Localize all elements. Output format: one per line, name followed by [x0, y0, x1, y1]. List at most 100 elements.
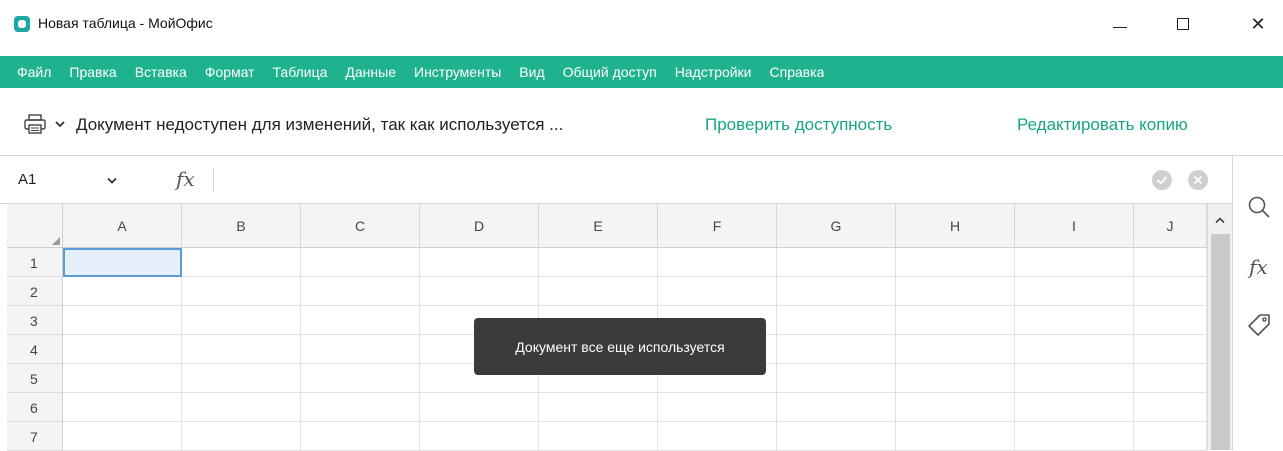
chevron-down-icon[interactable]	[54, 119, 66, 129]
grid-cell[interactable]	[63, 364, 182, 393]
grid-cell[interactable]	[420, 422, 539, 451]
menu-item[interactable]: Вид	[510, 64, 553, 80]
column-header[interactable]: A	[63, 204, 182, 248]
grid-cell[interactable]	[896, 277, 1015, 306]
menu-item[interactable]: Инструменты	[405, 64, 510, 80]
grid-cell[interactable]	[182, 422, 301, 451]
grid-cell[interactable]	[63, 306, 182, 335]
grid-cell[interactable]	[301, 422, 420, 451]
row-header[interactable]: 2	[7, 277, 63, 306]
grid-cell[interactable]	[63, 422, 182, 451]
grid-cell[interactable]	[777, 306, 896, 335]
chevron-down-icon[interactable]	[106, 177, 118, 185]
column-header[interactable]: E	[539, 204, 658, 248]
selected-cell[interactable]	[63, 248, 182, 277]
grid-cell[interactable]	[539, 393, 658, 422]
grid-cell[interactable]	[182, 248, 301, 277]
functions-icon[interactable]: fx	[1249, 255, 1275, 281]
grid-cell[interactable]	[1015, 422, 1134, 451]
grid-cell[interactable]	[896, 248, 1015, 277]
column-header[interactable]: F	[658, 204, 777, 248]
menu-item[interactable]: Правка	[60, 64, 125, 80]
menu-item[interactable]: Формат	[196, 64, 264, 80]
menu-item[interactable]: Файл	[8, 64, 60, 80]
grid-cell[interactable]	[539, 277, 658, 306]
grid-cell[interactable]	[896, 335, 1015, 364]
grid-cell[interactable]	[658, 248, 777, 277]
grid-cell[interactable]	[1015, 335, 1134, 364]
menu-item[interactable]: Таблица	[264, 64, 337, 80]
grid-cell[interactable]	[658, 277, 777, 306]
maximize-button[interactable]	[1163, 10, 1203, 38]
grid-cell[interactable]	[1015, 393, 1134, 422]
grid-cell[interactable]	[182, 306, 301, 335]
column-header[interactable]: J	[1134, 204, 1207, 248]
grid-cell[interactable]	[63, 393, 182, 422]
chevron-up-icon[interactable]	[1214, 216, 1226, 224]
row-header[interactable]: 5	[7, 364, 63, 393]
row-header[interactable]: 7	[7, 422, 63, 451]
grid-cell[interactable]	[1134, 422, 1207, 451]
menu-item[interactable]: Надстройки	[666, 64, 761, 80]
grid-cell[interactable]	[777, 422, 896, 451]
check-availability-link[interactable]: Проверить доступность	[705, 115, 892, 135]
row-header[interactable]: 3	[7, 306, 63, 335]
grid-cell[interactable]	[777, 335, 896, 364]
grid-cell[interactable]	[182, 364, 301, 393]
grid-cell[interactable]	[63, 335, 182, 364]
grid-cell[interactable]	[301, 277, 420, 306]
grid-cell[interactable]	[658, 393, 777, 422]
cancel-icon[interactable]	[1187, 169, 1209, 191]
grid-cell[interactable]	[1134, 248, 1207, 277]
grid-cell[interactable]	[301, 248, 420, 277]
grid-cell[interactable]	[182, 335, 301, 364]
grid-cell[interactable]	[1134, 393, 1207, 422]
menu-item[interactable]: Общий доступ	[554, 64, 666, 80]
vertical-scrollbar[interactable]	[1207, 204, 1232, 450]
grid-cell[interactable]	[658, 422, 777, 451]
grid-cell[interactable]	[1015, 364, 1134, 393]
menu-item[interactable]: Справка	[761, 64, 834, 80]
grid-cell[interactable]	[420, 277, 539, 306]
scrollbar-thumb[interactable]	[1211, 234, 1230, 450]
column-header[interactable]: G	[777, 204, 896, 248]
menu-item[interactable]: Данные	[336, 64, 405, 80]
row-header[interactable]: 1	[7, 248, 63, 277]
grid-cell[interactable]	[777, 393, 896, 422]
function-icon[interactable]: fx	[176, 167, 195, 191]
grid-cell[interactable]	[777, 364, 896, 393]
grid-cell[interactable]	[1134, 364, 1207, 393]
grid-cell[interactable]	[301, 393, 420, 422]
row-header[interactable]: 6	[7, 393, 63, 422]
grid-cell[interactable]	[896, 393, 1015, 422]
formula-input[interactable]	[222, 170, 1122, 190]
grid-cell[interactable]	[896, 364, 1015, 393]
confirm-icon[interactable]	[1151, 169, 1173, 191]
edit-copy-link[interactable]: Редактировать копию	[1017, 115, 1188, 135]
select-all-corner[interactable]	[7, 204, 63, 248]
grid-cell[interactable]	[420, 393, 539, 422]
grid-cell[interactable]	[1015, 306, 1134, 335]
grid-cell[interactable]	[301, 335, 420, 364]
search-icon[interactable]	[1246, 194, 1272, 220]
column-header[interactable]: C	[301, 204, 420, 248]
grid-cell[interactable]	[1015, 248, 1134, 277]
grid-cell[interactable]	[63, 277, 182, 306]
grid-cell[interactable]	[1015, 277, 1134, 306]
grid-cell[interactable]	[182, 393, 301, 422]
column-header[interactable]: B	[182, 204, 301, 248]
grid-cell[interactable]	[896, 422, 1015, 451]
menu-item[interactable]: Вставка	[126, 64, 196, 80]
grid-cell[interactable]	[1134, 277, 1207, 306]
grid-cell[interactable]	[1134, 306, 1207, 335]
minimize-button[interactable]	[1100, 10, 1140, 38]
column-header[interactable]: D	[420, 204, 539, 248]
grid-cell[interactable]	[182, 277, 301, 306]
row-header[interactable]: 4	[7, 335, 63, 364]
tag-icon[interactable]	[1246, 312, 1272, 338]
column-header[interactable]: H	[896, 204, 1015, 248]
grid-cell[interactable]	[777, 248, 896, 277]
close-button[interactable]: ✕	[1238, 10, 1278, 38]
grid-cell[interactable]	[420, 248, 539, 277]
grid-cell[interactable]	[539, 422, 658, 451]
